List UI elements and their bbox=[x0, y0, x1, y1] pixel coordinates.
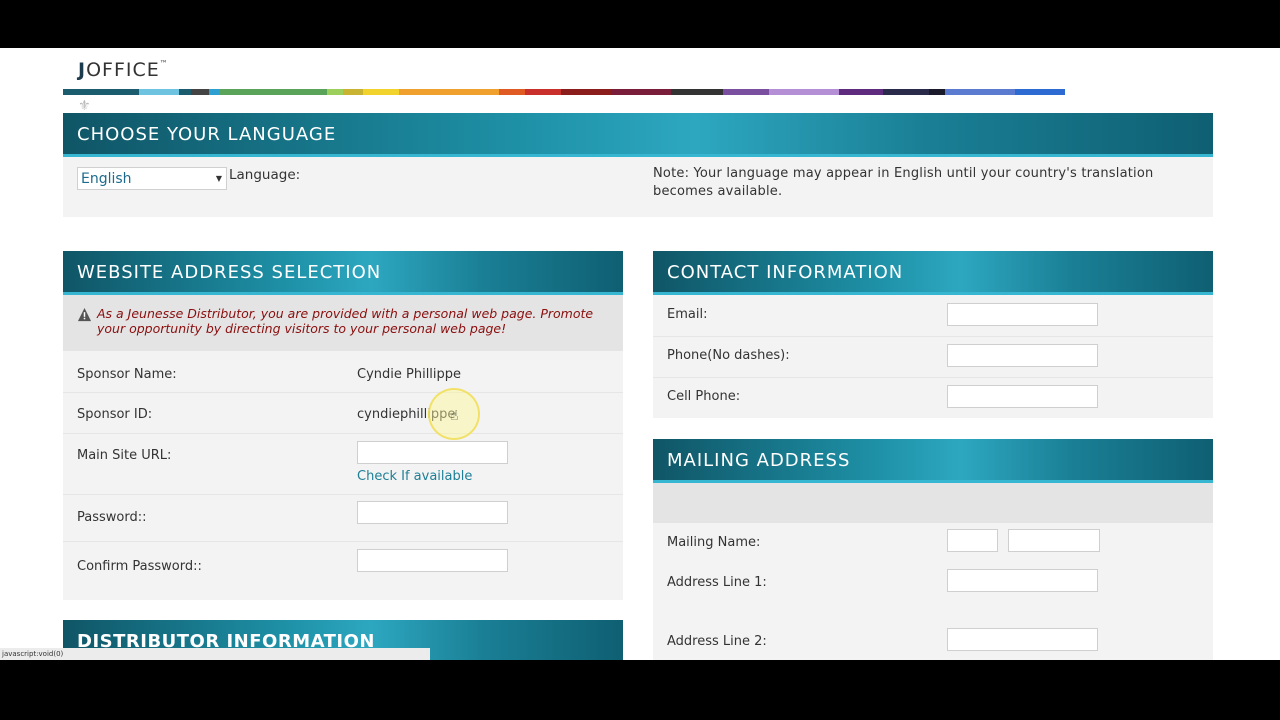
website-panel: WEBSITE ADDRESS SELECTION As a Jeunesse … bbox=[63, 251, 623, 600]
stripe-segment bbox=[63, 89, 139, 95]
divider bbox=[63, 433, 623, 434]
address-line-1-label: Address Line 1: bbox=[667, 575, 767, 590]
stripe-segment bbox=[883, 89, 929, 95]
language-label: Language: bbox=[229, 167, 301, 183]
stripe-segment bbox=[1015, 89, 1065, 95]
divider bbox=[653, 336, 1213, 337]
sponsor-name-value: Cyndie Phillippe bbox=[357, 367, 462, 382]
stripe-segment bbox=[219, 89, 327, 95]
address-line-2-label: Address Line 2: bbox=[667, 634, 767, 649]
mailing-panel: MAILING ADDRESS Mailing Name: Address Li… bbox=[653, 439, 1213, 660]
stripe-segment bbox=[363, 89, 399, 95]
divider bbox=[63, 392, 623, 393]
phone-input[interactable] bbox=[947, 344, 1098, 367]
stripe-segment bbox=[929, 89, 945, 95]
browser-viewport: JOFFICE™ ⚜ CHOOSE YOUR LANGUAGE English … bbox=[0, 48, 1280, 660]
stripe-segment bbox=[327, 89, 343, 95]
stripe-segment bbox=[561, 89, 611, 95]
language-select[interactable]: English ▼ bbox=[77, 167, 227, 190]
language-note: Note: Your language may appear in Englis… bbox=[653, 166, 1154, 199]
password-label: Password:: bbox=[77, 510, 147, 525]
stripe-segment bbox=[179, 89, 191, 95]
contact-panel: CONTACT INFORMATION Email: Phone(No dash… bbox=[653, 251, 1213, 418]
check-available-link[interactable]: Check If available bbox=[357, 469, 472, 484]
joffice-logo[interactable]: JOFFICE™ bbox=[78, 59, 169, 81]
mailing-header: MAILING ADDRESS bbox=[653, 439, 1213, 483]
stripe-segment bbox=[723, 89, 769, 95]
hand-cursor-icon: ☝ bbox=[450, 408, 459, 424]
dropdown-arrow-icon: ▼ bbox=[215, 174, 222, 183]
stripe-segment bbox=[209, 89, 219, 95]
divider bbox=[63, 541, 623, 542]
warning-icon bbox=[77, 307, 92, 322]
email-input[interactable] bbox=[947, 303, 1098, 326]
cell-phone-input[interactable] bbox=[947, 385, 1098, 408]
color-stripe bbox=[63, 89, 1213, 95]
confirm-password-label: Confirm Password:: bbox=[77, 559, 202, 574]
stripe-segment bbox=[611, 89, 671, 95]
language-header: CHOOSE YOUR LANGUAGE bbox=[63, 113, 1213, 157]
sponsor-name-label: Sponsor Name: bbox=[77, 367, 177, 382]
status-bar: javascript:void(0) bbox=[0, 648, 430, 660]
language-panel: CHOOSE YOUR LANGUAGE English ▼ Language:… bbox=[63, 113, 1213, 217]
confirm-password-input[interactable] bbox=[357, 549, 508, 572]
password-input[interactable] bbox=[357, 501, 508, 524]
contact-header: CONTACT INFORMATION bbox=[653, 251, 1213, 295]
stripe-segment bbox=[769, 89, 839, 95]
fleur-de-lis-icon: ⚜ bbox=[78, 98, 91, 114]
mailing-info-bar bbox=[653, 483, 1213, 523]
website-alert: As a Jeunesse Distributor, you are provi… bbox=[63, 295, 623, 351]
address-line-2-input[interactable] bbox=[947, 628, 1098, 651]
address-line-1-input[interactable] bbox=[947, 569, 1098, 592]
stripe-segment bbox=[343, 89, 363, 95]
email-label: Email: bbox=[667, 307, 708, 322]
mailing-last-name-input[interactable] bbox=[1008, 529, 1100, 552]
divider bbox=[63, 494, 623, 495]
stripe-segment bbox=[191, 89, 209, 95]
cell-phone-label: Cell Phone: bbox=[667, 389, 741, 404]
stripe-segment bbox=[525, 89, 561, 95]
stripe-segment bbox=[839, 89, 883, 95]
phone-label: Phone(No dashes): bbox=[667, 348, 790, 363]
stripe-segment bbox=[945, 89, 1015, 95]
mailing-name-label: Mailing Name: bbox=[667, 535, 761, 550]
mailing-first-name-input[interactable] bbox=[947, 529, 998, 552]
main-url-label: Main Site URL: bbox=[77, 448, 172, 463]
main-url-input[interactable] bbox=[357, 441, 508, 464]
sponsor-id-label: Sponsor ID: bbox=[77, 407, 153, 422]
divider bbox=[653, 377, 1213, 378]
stripe-segment bbox=[671, 89, 723, 95]
website-header: WEBSITE ADDRESS SELECTION bbox=[63, 251, 623, 295]
stripe-segment bbox=[399, 89, 499, 95]
stripe-segment bbox=[139, 89, 179, 95]
stripe-segment bbox=[499, 89, 525, 95]
